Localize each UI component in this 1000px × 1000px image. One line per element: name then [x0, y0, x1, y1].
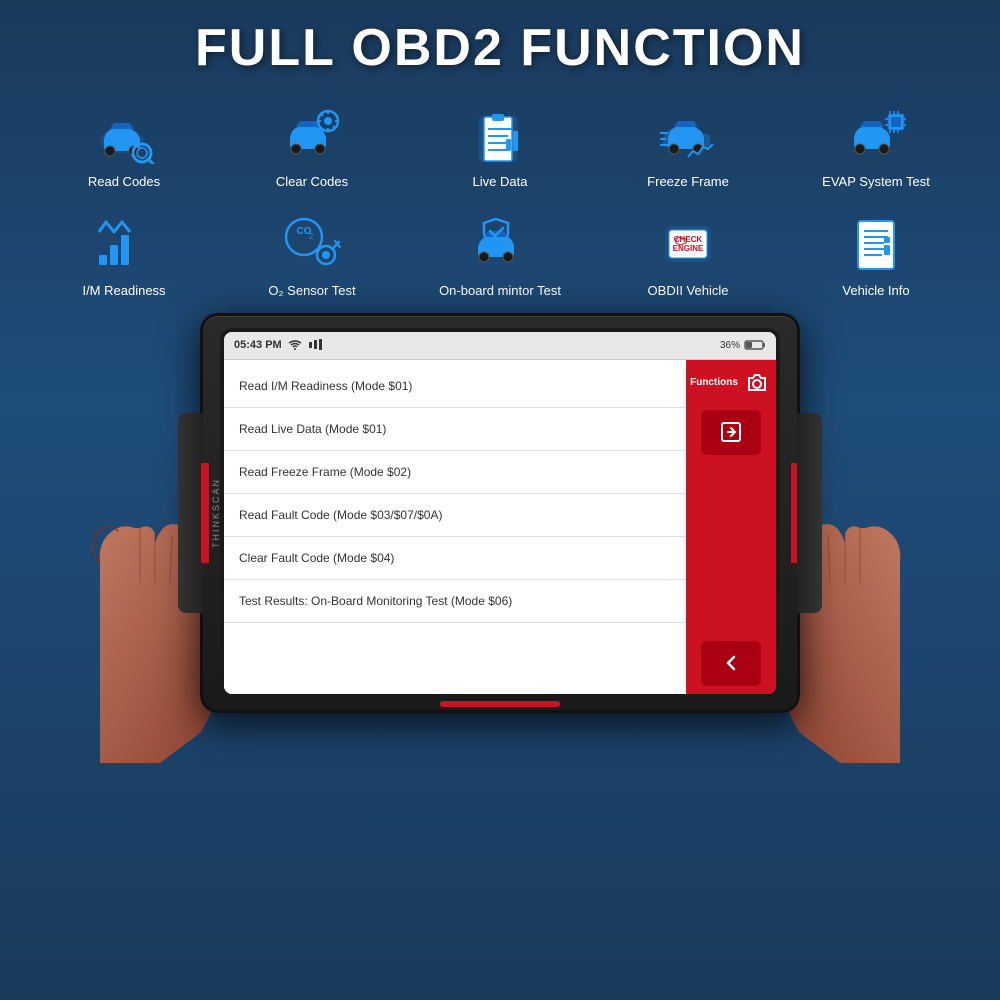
- live-data-icon: [465, 106, 535, 166]
- menu-item-5[interactable]: Test Results: On-Board Monitoring Test (…: [224, 580, 686, 623]
- status-bar: 05:43 PM: [224, 332, 776, 360]
- function-item-onboard[interactable]: On-board mintor Test: [406, 207, 594, 308]
- clear-codes-icon: [277, 106, 347, 166]
- screen-content: Read I/M Readiness (Mode $01) Read Live …: [224, 360, 776, 694]
- functions-grid: Read Codes Clear Codes: [0, 88, 1000, 313]
- function-item-vehicle-info[interactable]: Vehicle Info: [782, 207, 970, 308]
- read-codes-label: Read Codes: [88, 174, 160, 191]
- wifi-icon: [288, 339, 302, 351]
- bottom-accent: [440, 701, 560, 707]
- o2-sensor-icon: CO 2: [277, 215, 347, 275]
- im-readiness-icon: [89, 215, 159, 275]
- device-inner: 05:43 PM: [220, 328, 780, 698]
- freeze-frame-icon: [653, 106, 723, 166]
- o2-label: O₂ Sensor Test: [268, 283, 355, 300]
- clear-codes-label: Clear Codes: [276, 174, 348, 191]
- camera-button[interactable]: [742, 368, 772, 398]
- signal-icon: [308, 339, 326, 351]
- menu-item-2[interactable]: Read Freeze Frame (Mode $02): [224, 451, 686, 494]
- page-header: FULL OBD2 FUNCTION: [0, 0, 1000, 88]
- export-icon: [719, 420, 743, 444]
- svg-text:ENGINE: ENGINE: [673, 244, 704, 253]
- freeze-frame-label: Freeze Frame: [647, 174, 729, 191]
- obdii-label: OBDII Vehicle: [648, 283, 729, 300]
- obd-device: THINKSCAN 05:43 PM: [200, 313, 800, 713]
- function-item-live-data[interactable]: Live Data: [406, 98, 594, 199]
- status-bar-right: 36%: [720, 339, 766, 351]
- vehicle-info-icon: [841, 215, 911, 275]
- obdii-icon: CHECK ENGINE: [653, 215, 723, 275]
- right-panel: Functions: [686, 360, 776, 694]
- function-item-im[interactable]: I/M Readiness: [30, 207, 218, 308]
- page-title: FULL OBD2 FUNCTION: [0, 18, 1000, 78]
- red-accent-left: [201, 463, 209, 563]
- device-screen: 05:43 PM: [224, 332, 776, 694]
- back-icon: [719, 651, 743, 675]
- function-item-evap[interactable]: EVAP System Test: [782, 98, 970, 199]
- menu-item-4[interactable]: Clear Fault Code (Mode $04): [224, 537, 686, 580]
- red-accent-right: [791, 463, 799, 563]
- status-bar-left: 05:43 PM: [234, 339, 720, 351]
- onboard-monitor-icon: [465, 215, 535, 275]
- function-item-read-codes[interactable]: Read Codes: [30, 98, 218, 199]
- device-section: THINKSCAN 05:43 PM: [0, 313, 1000, 743]
- time-display: 05:43 PM: [234, 339, 282, 351]
- function-item-freeze-frame[interactable]: Freeze Frame: [594, 98, 782, 199]
- menu-item-0[interactable]: Read I/M Readiness (Mode $01): [224, 365, 686, 408]
- back-button[interactable]: [701, 641, 761, 686]
- export-button[interactable]: [701, 410, 761, 455]
- camera-icon: [745, 371, 769, 395]
- function-item-obdii[interactable]: CHECK ENGINE OBDII Vehicle: [594, 207, 782, 308]
- im-label: I/M Readiness: [82, 283, 165, 300]
- read-codes-icon: [89, 106, 159, 166]
- evap-label: EVAP System Test: [822, 174, 930, 191]
- battery-display: 36%: [720, 340, 740, 351]
- svg-text:2: 2: [309, 232, 314, 241]
- vehicle-info-label: Vehicle Info: [842, 283, 909, 300]
- menu-item-3[interactable]: Read Fault Code (Mode $03/$07/$0A): [224, 494, 686, 537]
- menu-list: Read I/M Readiness (Mode $01) Read Live …: [224, 360, 686, 694]
- function-item-o2[interactable]: CO 2 O₂ Sensor Test: [218, 207, 406, 308]
- function-item-clear-codes[interactable]: Clear Codes: [218, 98, 406, 199]
- live-data-label: Live Data: [473, 174, 528, 191]
- panel-label: Functions: [690, 377, 738, 388]
- onboard-label: On-board mintor Test: [439, 283, 561, 300]
- battery-icon: [744, 339, 766, 351]
- evap-icon: [841, 106, 911, 166]
- menu-item-1[interactable]: Read Live Data (Mode $01): [224, 408, 686, 451]
- svg-text:CHECK: CHECK: [674, 235, 703, 244]
